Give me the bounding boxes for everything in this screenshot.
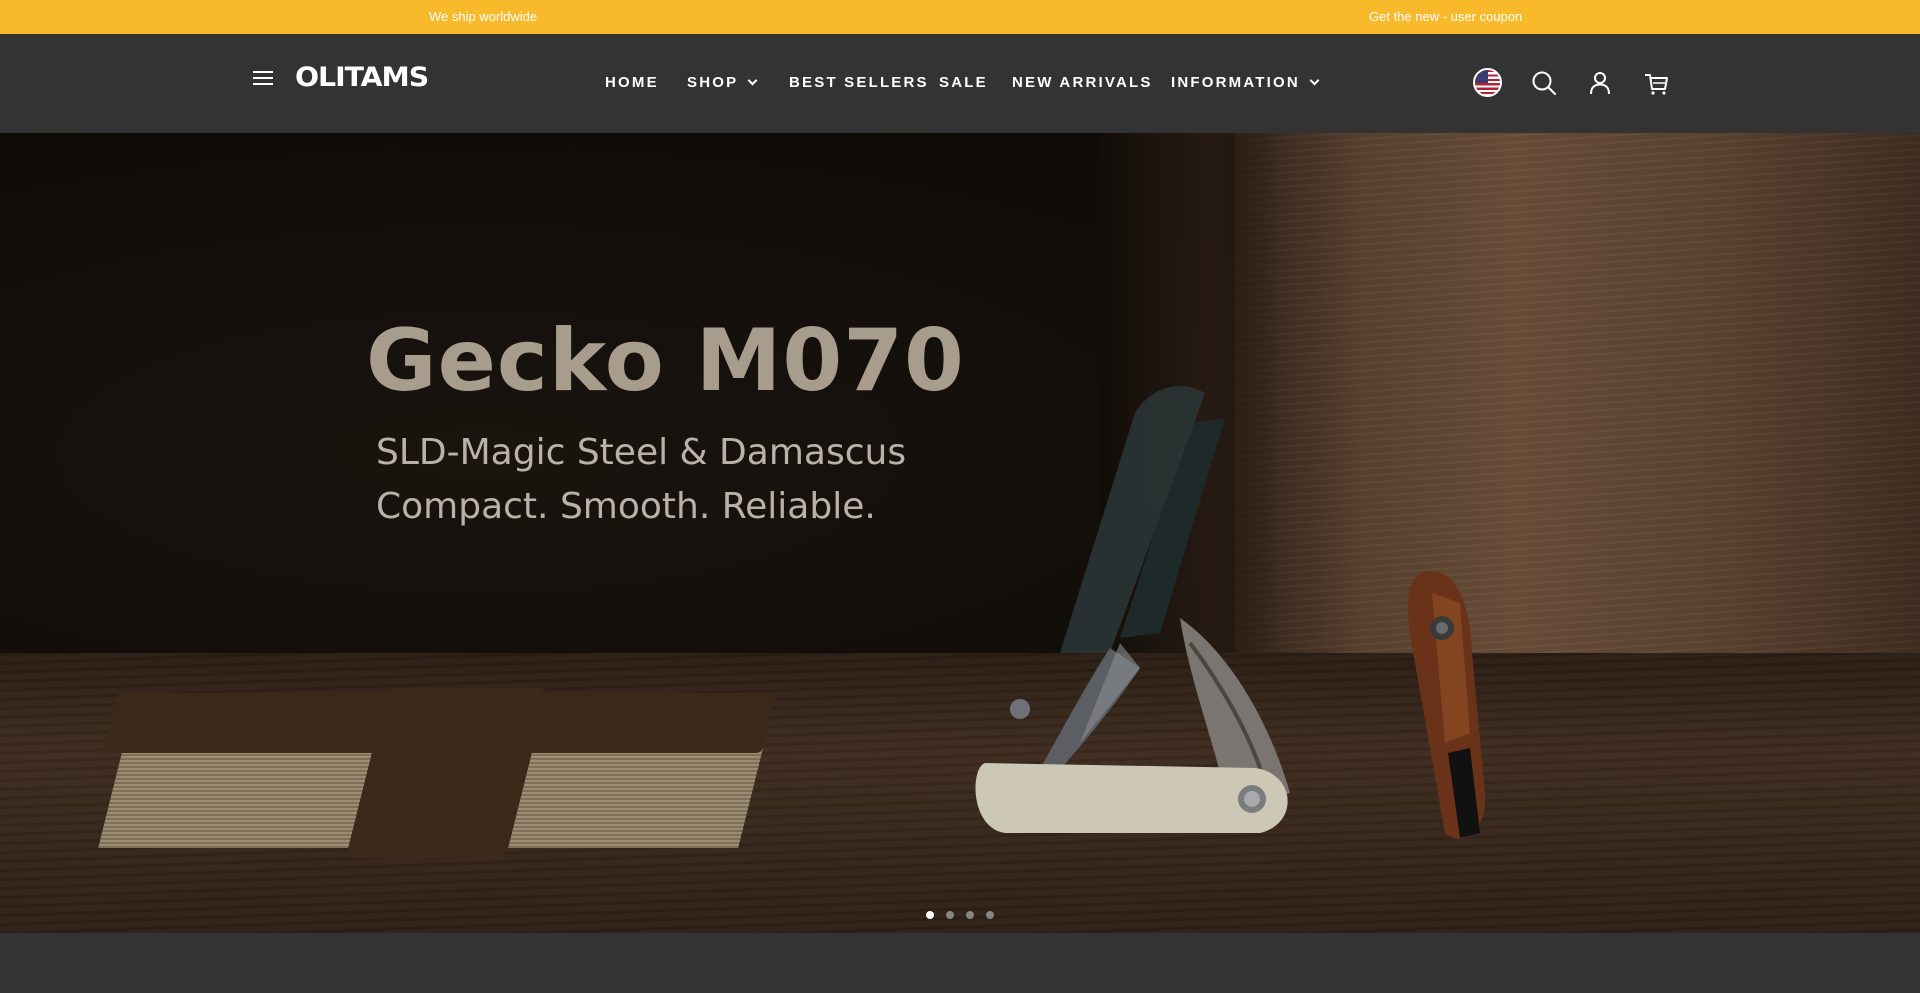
nav-new-arrivals-label: NEW ARRIVALS: [1012, 74, 1153, 91]
search-icon[interactable]: [1531, 70, 1557, 96]
nav-home[interactable]: HOME: [605, 74, 659, 91]
hero-subtitle-line1: SLD-Magic Steel & Damascus: [376, 432, 907, 473]
slide-dot-1[interactable]: [926, 911, 934, 919]
nav-best-sellers-label: BEST SELLERS: [789, 74, 929, 91]
nav-information[interactable]: INFORMATION: [1171, 74, 1320, 91]
nav-information-label: INFORMATION: [1171, 74, 1300, 91]
nav-home-label: HOME: [605, 74, 659, 91]
hero-banner[interactable]: Gecko M070 SLD-Magic Steel & Damascus Co…: [0, 133, 1920, 933]
nav-new-arrivals[interactable]: NEW ARRIVALS: [1012, 74, 1153, 91]
hamburger-icon[interactable]: [253, 69, 275, 87]
site-logo[interactable]: OLITAMS: [295, 64, 429, 92]
slide-dot-2[interactable]: [946, 911, 954, 919]
hero-subtitle-line2: Compact. Smooth. Reliable.: [376, 486, 876, 527]
cart-icon[interactable]: [1643, 70, 1669, 96]
next-section: [0, 933, 1920, 993]
nav-best-sellers[interactable]: BEST SELLERS: [789, 74, 929, 91]
nav-sale-label: SALE: [939, 74, 988, 91]
coupon-notice[interactable]: Get the new - user coupon: [1369, 9, 1522, 24]
shipping-notice[interactable]: We ship worldwide: [429, 9, 537, 24]
nav-shop-label: SHOP: [687, 74, 739, 91]
chevron-down-icon: [747, 75, 758, 85]
nav-shop[interactable]: SHOP: [687, 74, 758, 91]
nav-sale[interactable]: SALE: [939, 74, 988, 91]
account-icon[interactable]: [1587, 70, 1613, 96]
hero-title: Gecko M070: [366, 311, 965, 411]
us-flag-icon[interactable]: [1473, 68, 1502, 97]
slide-dot-3[interactable]: [966, 911, 974, 919]
site-header: OLITAMS HOME SHOP BEST SELLERS SALE NEW …: [0, 34, 1920, 133]
announcement-bar: We ship worldwide Get the new - user cou…: [0, 0, 1920, 34]
hero-book-image: [73, 688, 797, 868]
chevron-down-icon: [1309, 75, 1320, 85]
slide-dot-4[interactable]: [986, 911, 994, 919]
